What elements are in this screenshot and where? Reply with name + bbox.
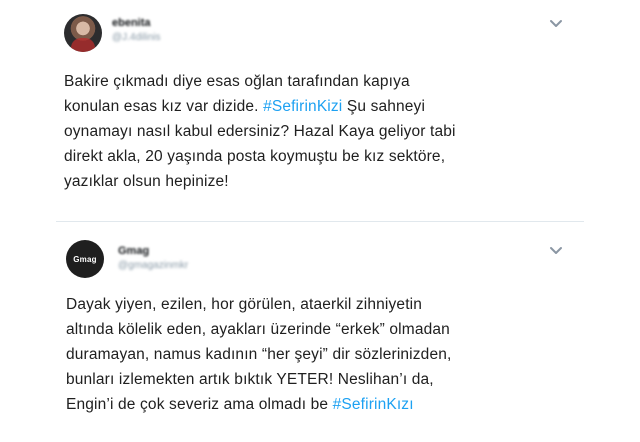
tweet-text: Dayak yiyen, ezilen, hor görülen, ataerk… bbox=[66, 292, 571, 417]
tweet-text-segment: konulan esas kız var dizide. bbox=[64, 98, 264, 115]
chevron-down-icon[interactable] bbox=[548, 245, 564, 257]
tweet-text-segment: Şu sahneyi bbox=[342, 98, 426, 115]
author-handle[interactable]: @gmagazinmkr bbox=[118, 260, 188, 271]
author-handle[interactable]: @J.4dilinis bbox=[112, 32, 161, 43]
tweet-line: konulan esas kız var dizide. #SefirinKiz… bbox=[64, 94, 569, 119]
chevron-down-icon[interactable] bbox=[548, 18, 564, 30]
author-name[interactable]: Gmag bbox=[118, 245, 149, 257]
tweet-line: Bakire çıkmadı diye esas oğlan tarafında… bbox=[64, 73, 410, 90]
tweet-text-segment: Engin’i de çok severiz ama olmadı be bbox=[66, 396, 333, 413]
tweet-line: altında kölelik eden, ayakları üzerinde … bbox=[66, 321, 450, 338]
tweet-line: Engin’i de çok severiz ama olmadı be #Se… bbox=[66, 392, 571, 417]
tweet-line: direkt akla, 20 yaşında posta koymuştu b… bbox=[64, 148, 446, 165]
tweet-line: yazıklar olsun hepinize! bbox=[64, 173, 229, 190]
hashtag-link[interactable]: #SefirinKızı bbox=[333, 396, 414, 413]
tweet-line: bunları izlemekten artık bıktık YETER! N… bbox=[66, 371, 434, 388]
hashtag-link[interactable]: #SefirinKizi bbox=[263, 98, 342, 115]
avatar[interactable]: Gmag bbox=[66, 240, 104, 278]
tweet-card-2: Gmag Gmag @gmagazinmkr Dayak yiyen, ezil… bbox=[56, 222, 584, 442]
tweet-card-1: ebenita @J.4dilinis Bakire çıkmadı diye … bbox=[56, 0, 584, 222]
tweet-line: Dayak yiyen, ezilen, hor görülen, ataerk… bbox=[66, 296, 423, 313]
tweet-line: oynamayı nasıl kabul edersiniz? Hazal Ka… bbox=[64, 123, 456, 140]
tweet-line: duramayan, namus kadının “her şeyi” dir … bbox=[66, 346, 452, 363]
avatar-wordmark: Gmag bbox=[73, 255, 97, 264]
tweet-text: Bakire çıkmadı diye esas oğlan tarafında… bbox=[64, 69, 569, 194]
avatar[interactable] bbox=[64, 14, 102, 52]
author-name[interactable]: ebenita bbox=[112, 17, 151, 29]
